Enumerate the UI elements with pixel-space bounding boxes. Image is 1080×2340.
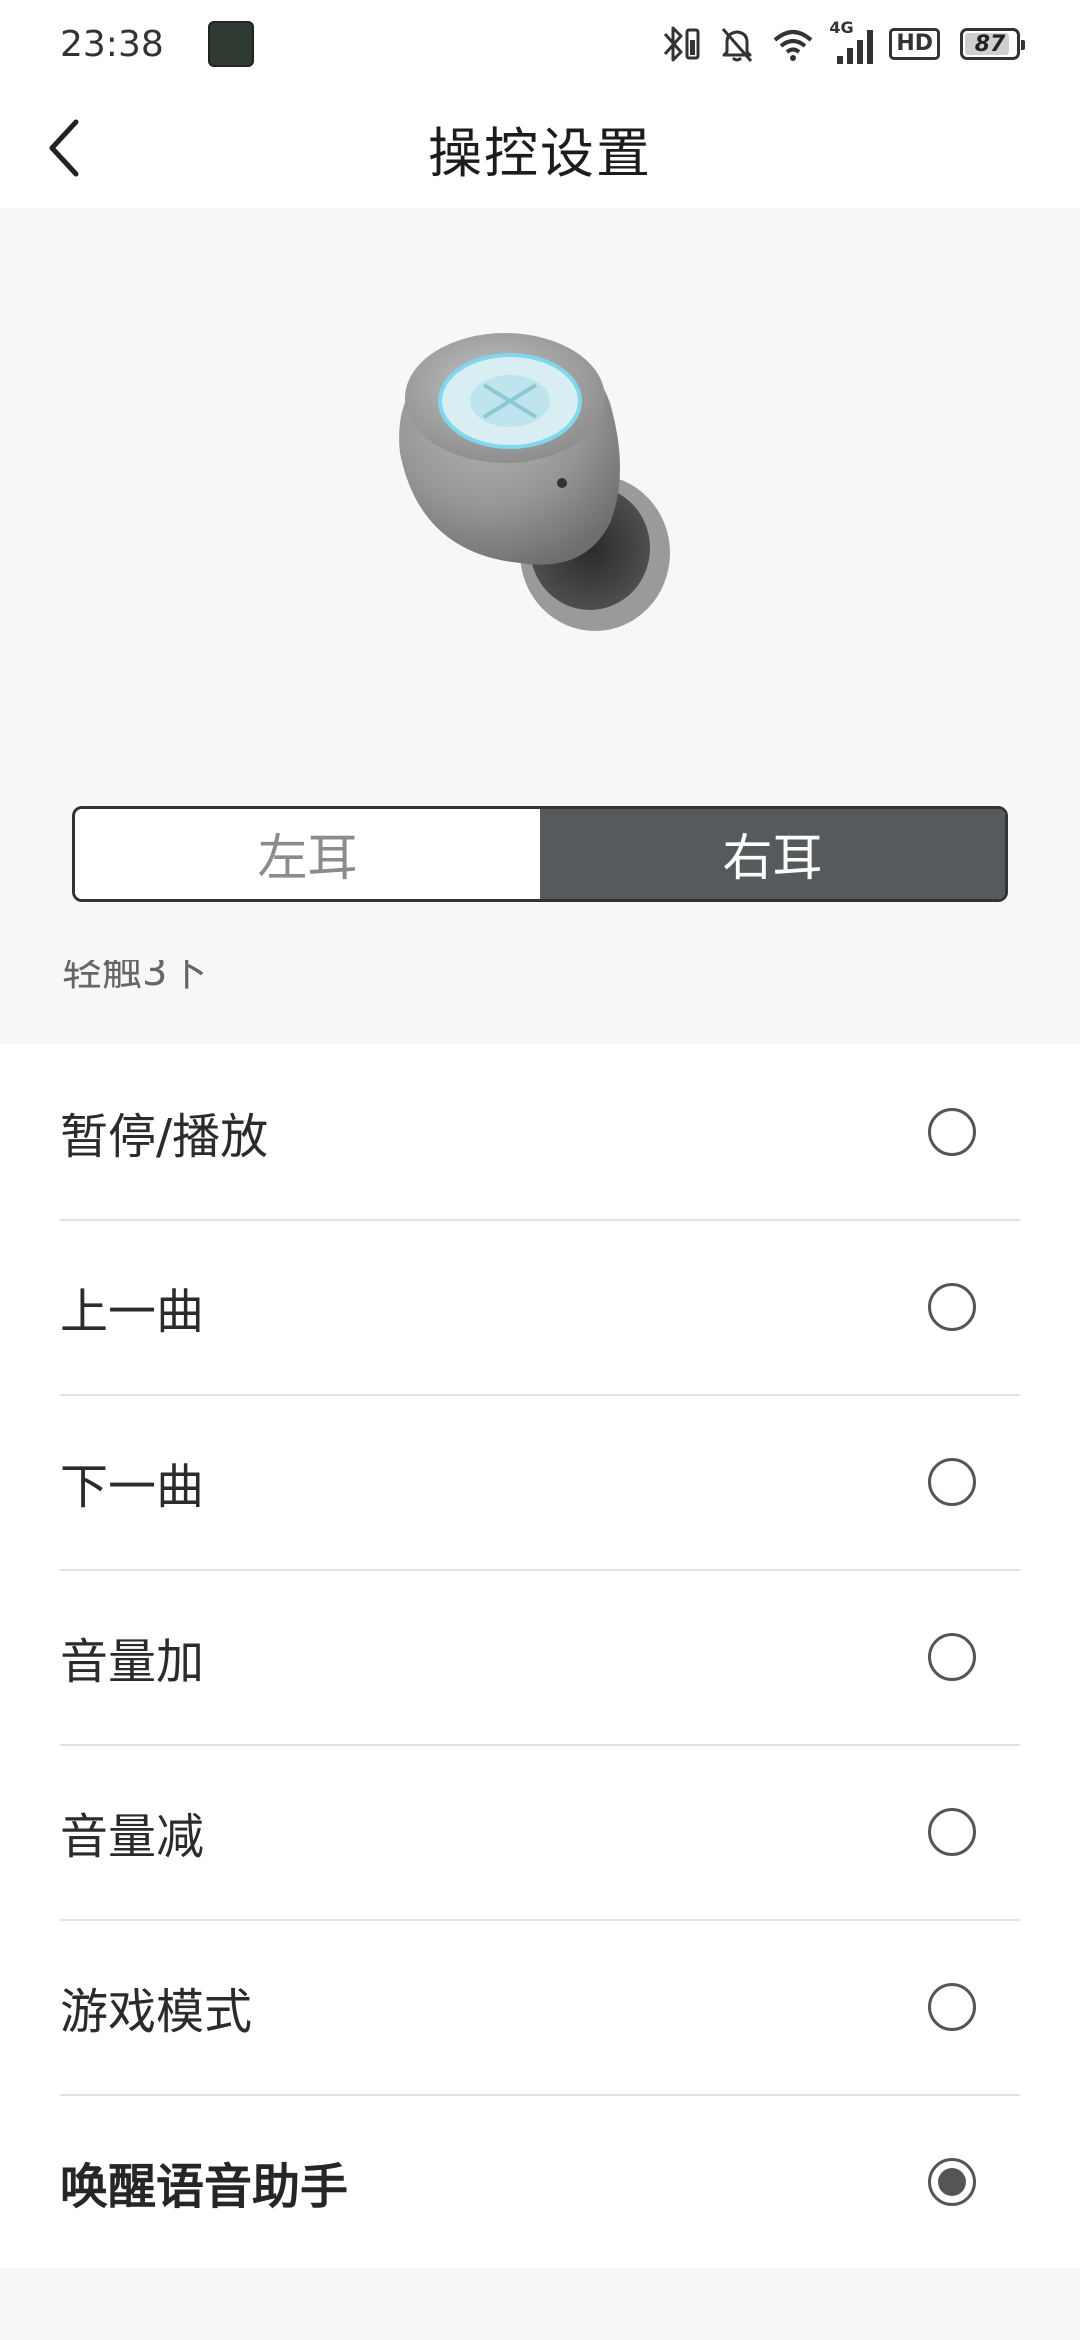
option-label: 游戏模式 — [60, 1983, 253, 2040]
radio-button[interactable] — [928, 1808, 976, 1856]
tab-right-ear[interactable]: 右耳 — [540, 809, 1005, 899]
page-title: 操控设置 — [428, 121, 652, 185]
radio-button[interactable] — [928, 1633, 976, 1681]
radio-button[interactable] — [928, 1108, 976, 1156]
option-game-mode[interactable]: 游戏模式 — [0, 1919, 1080, 2094]
battery-level-text: 87 — [974, 31, 1006, 57]
silent-bell-icon — [717, 24, 757, 64]
tab-left-ear[interactable]: 左耳 — [75, 809, 540, 899]
option-label: 音量加 — [60, 1633, 205, 1690]
radio-button[interactable] — [928, 1283, 976, 1331]
chevron-left-icon — [49, 119, 79, 177]
radio-button-selected[interactable] — [928, 2158, 976, 2206]
option-next-track[interactable]: 下一曲 — [0, 1394, 1080, 1569]
option-volume-up[interactable]: 音量加 — [0, 1569, 1080, 1744]
ear-selector: 左耳 右耳 — [72, 806, 1008, 902]
option-previous-track[interactable]: 上一曲 — [0, 1219, 1080, 1394]
radio-button[interactable] — [928, 1983, 976, 2031]
earbud-image — [399, 333, 670, 631]
status-time: 23:38 — [60, 23, 164, 65]
back-button[interactable] — [28, 112, 100, 184]
status-icons: 4G HD 87 — [659, 18, 1025, 66]
header: 操控设置 — [0, 88, 1080, 208]
wifi-icon — [771, 24, 815, 64]
status-bar: 23:38 4G HD 87 — [0, 0, 1080, 88]
bluetooth-battery-icon — [659, 24, 703, 64]
hd-badge: HD — [889, 28, 940, 60]
section-hint: 轻触3下 — [62, 960, 207, 1004]
option-voice-assistant[interactable]: 唤醒语音助手 — [0, 2094, 1080, 2269]
option-label: 音量减 — [60, 1808, 205, 1865]
option-label: 唤醒语音助手 — [60, 2158, 349, 2215]
app-notification-icon — [207, 21, 254, 67]
option-label: 上一曲 — [60, 1283, 205, 1340]
section-hint-text: 轻触3下 — [62, 960, 208, 995]
option-label: 暂停/播放 — [60, 1108, 269, 1165]
radio-button[interactable] — [928, 1458, 976, 1506]
option-label: 下一曲 — [60, 1458, 205, 1515]
earbud-illustration — [0, 208, 1080, 768]
option-volume-down[interactable]: 音量减 — [0, 1744, 1080, 1919]
screen: 23:38 4G HD 87 操控设置 左耳 右耳 轻触3下 暂停/播放 上一曲… — [0, 0, 1080, 2340]
control-options-list: 暂停/播放 上一曲 下一曲 音量加 音量减 游戏模式 唤醒语音助手 — [0, 1044, 1080, 2268]
cellular-signal-icon: 4G — [829, 18, 875, 66]
option-pause-play[interactable]: 暂停/播放 — [0, 1044, 1080, 1219]
battery-icon: 87 — [960, 28, 1025, 60]
